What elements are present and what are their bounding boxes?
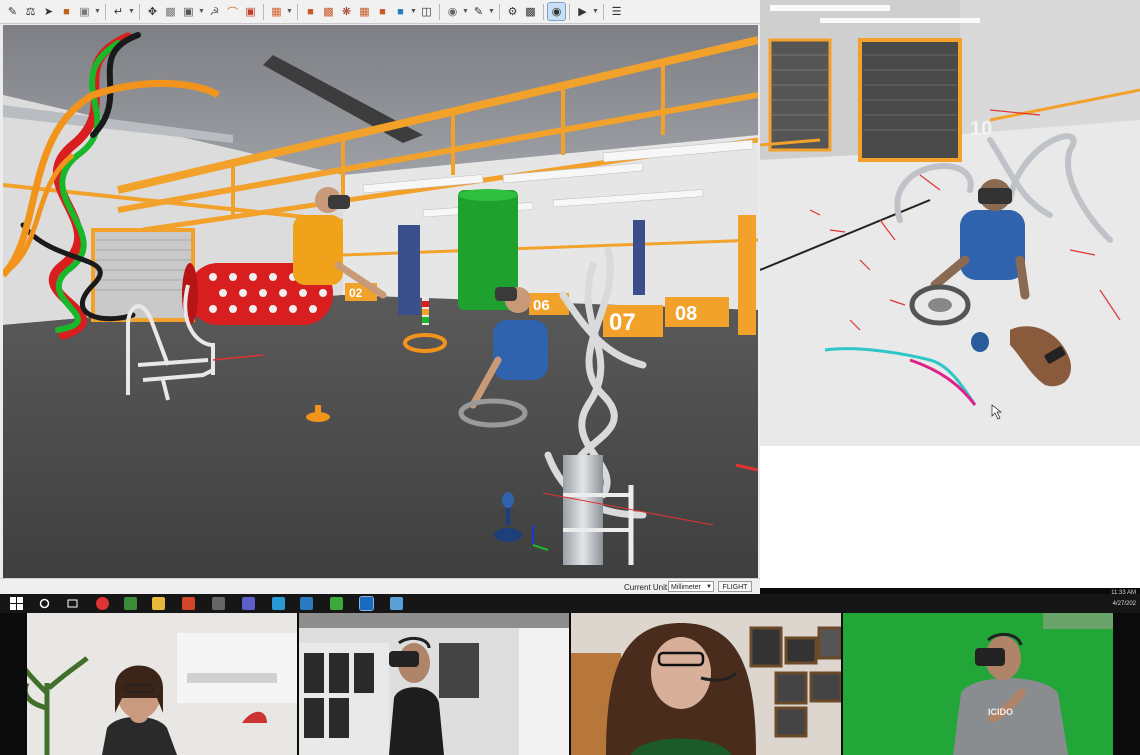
participant-4-image: ICIDO [843, 613, 1113, 755]
select-icon[interactable]: ✎ [4, 3, 21, 20]
blank-panel [760, 446, 1140, 588]
unit-dropdown[interactable]: Millimeter ▼ [668, 581, 714, 592]
toolbar-divider [603, 3, 604, 20]
participant-video-3[interactable] [571, 613, 841, 755]
toolbar-divider [297, 3, 298, 20]
wall-number: 10 [970, 118, 992, 140]
flight-button[interactable]: FLIGHT [718, 581, 752, 592]
vr-headset-icon[interactable]: ◉ [547, 2, 566, 21]
participant-3-image [571, 613, 841, 755]
teams-icon[interactable] [242, 597, 255, 610]
app-icon[interactable] [390, 597, 403, 610]
toolbar-divider [105, 3, 106, 20]
chevron-down-icon[interactable]: ▼ [410, 8, 417, 15]
bay-number-06: 06 [533, 297, 550, 314]
unit-dropdown-value: Millimeter [671, 584, 701, 591]
toolbar-divider [543, 3, 544, 20]
arc-icon[interactable]: ⌒ [224, 3, 241, 20]
app-icon[interactable] [359, 596, 374, 611]
vr-second-view[interactable]: 10 [760, 0, 1140, 446]
vr-scene: 10 [760, 0, 1140, 446]
pointer-icon[interactable]: ➤ [40, 3, 57, 20]
note-icon[interactable]: ✎ [470, 3, 487, 20]
3d-viewport[interactable]: 02 06 07 08 [3, 25, 758, 578]
file-explorer-icon[interactable] [152, 597, 165, 610]
sphere-icon[interactable]: ◉ [444, 3, 461, 20]
crate-icon[interactable]: ▦ [356, 3, 373, 20]
shirt-logo-text: ICIDO [988, 707, 1013, 717]
task-view-icon[interactable] [66, 597, 79, 610]
chevron-down-icon: ▼ [706, 584, 712, 590]
chevron-down-icon[interactable]: ▼ [198, 8, 205, 15]
participant-video-4[interactable]: ICIDO [843, 613, 1113, 755]
boxes-icon[interactable]: ■ [58, 3, 75, 20]
windows-start-icon[interactable] [10, 597, 23, 610]
app-icon[interactable] [272, 597, 285, 610]
participant-video-1[interactable] [27, 613, 297, 755]
palette-icon[interactable]: ■ [392, 3, 409, 20]
toolbar-divider [263, 3, 264, 20]
small-boxes-icon[interactable]: ▩ [162, 3, 179, 20]
toolbar-divider [139, 3, 140, 20]
toolbar-divider [499, 3, 500, 20]
app-icon[interactable] [330, 597, 343, 610]
participant-video-2[interactable] [299, 613, 569, 755]
participant-2-image [299, 613, 569, 755]
transform-icon[interactable]: ⚖ [22, 3, 39, 20]
cube-icon[interactable]: ▣ [76, 3, 93, 20]
participant-1-image [27, 613, 297, 755]
clock-date[interactable]: 4/27/202 [1113, 601, 1136, 607]
window-icon[interactable]: ◫ [418, 3, 435, 20]
current-unit-label: Current Unit: [624, 583, 670, 592]
chevron-down-icon[interactable]: ▼ [592, 8, 599, 15]
chevron-down-icon[interactable]: ▼ [462, 8, 469, 15]
vr-app-window: ✎ ⚖ ➤ ■ ▣ ▼ ↵ ▼ ✥ ▩ ▣ ▼ ☭ ⌒ ▣ ▦ ▼ ■ ▩ ❋ … [0, 0, 760, 595]
tools-icon[interactable]: ⚙ [504, 3, 521, 20]
toolbar-divider [439, 3, 440, 20]
powerpoint-icon[interactable] [182, 597, 195, 610]
play-icon[interactable]: ▶ [574, 3, 591, 20]
app-icon[interactable] [124, 597, 137, 610]
chevron-down-icon[interactable]: ▼ [488, 8, 495, 15]
cubes-icon[interactable]: ▩ [320, 3, 337, 20]
factory-scene: 02 06 07 08 [3, 25, 758, 578]
toolbar-divider [569, 3, 570, 20]
chevron-down-icon[interactable]: ▼ [286, 8, 293, 15]
bay-number-07: 07 [609, 309, 636, 336]
shaded-box-icon[interactable]: ▣ [180, 3, 197, 20]
search-icon[interactable] [38, 597, 51, 610]
assembly-icon[interactable]: ❋ [338, 3, 355, 20]
chevron-down-icon[interactable]: ▼ [94, 8, 101, 15]
screen-icon[interactable]: ▩ [522, 3, 539, 20]
chrome-icon[interactable] [96, 597, 109, 610]
status-bar: Current Unit: Millimeter ▼ FLIGHT [0, 578, 760, 595]
part-icon[interactable]: ■ [374, 3, 391, 20]
move-icon[interactable]: ✥ [144, 3, 161, 20]
app-icon[interactable] [300, 597, 313, 610]
settings-icon[interactable]: ☰ [608, 3, 625, 20]
toolbar: ✎ ⚖ ➤ ■ ▣ ▼ ↵ ▼ ✥ ▩ ▣ ▼ ☭ ⌒ ▣ ▦ ▼ ■ ▩ ❋ … [0, 0, 760, 24]
bay-number-02: 02 [349, 286, 363, 300]
mannequin-icon[interactable]: ☭ [206, 3, 223, 20]
taskbar: 11:33 AM 4/27/202 [0, 590, 1140, 613]
camera-icon[interactable]: ▣ [242, 3, 259, 20]
app-icon[interactable] [212, 597, 225, 610]
crate-icon[interactable]: ▦ [268, 3, 285, 20]
chevron-down-icon[interactable]: ▼ [128, 8, 135, 15]
bay-number-08: 08 [675, 303, 697, 325]
link-icon[interactable]: ↵ [110, 3, 127, 20]
clock-time[interactable]: 11:33 AM [1111, 590, 1136, 596]
part-icon[interactable]: ■ [302, 3, 319, 20]
